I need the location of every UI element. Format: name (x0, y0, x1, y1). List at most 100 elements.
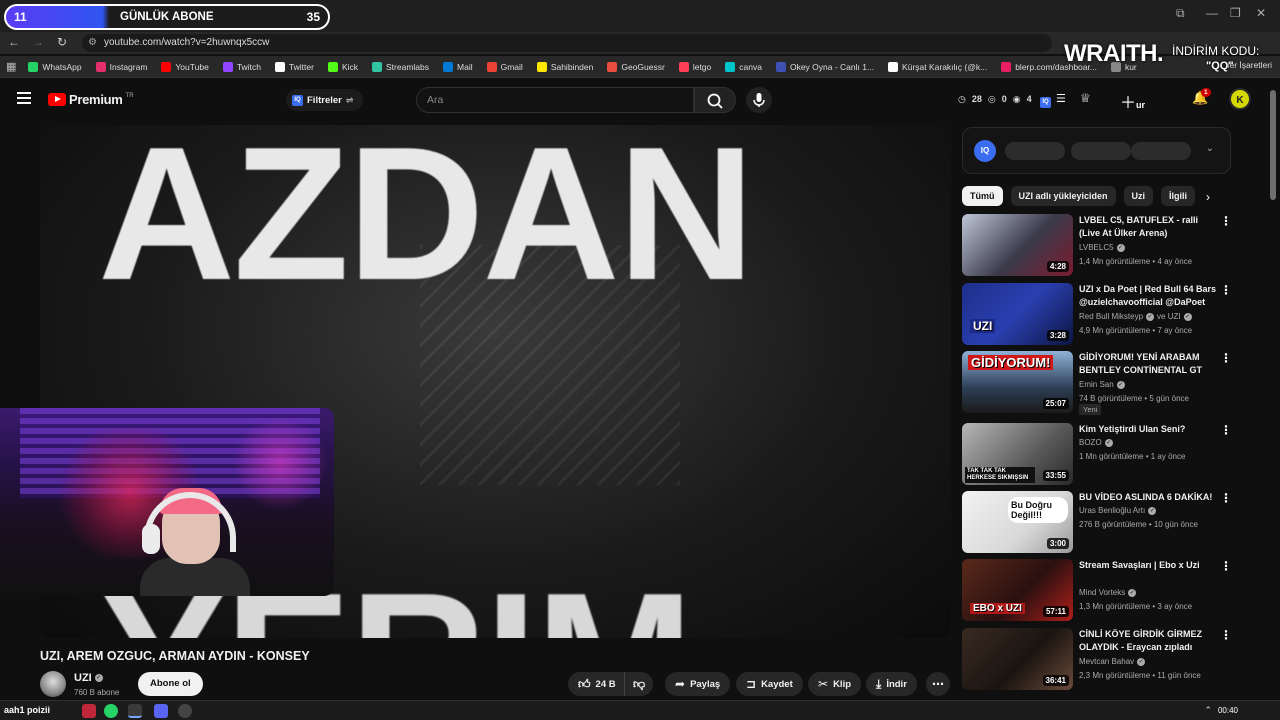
bookmark-item[interactable]: Twitch (222, 61, 261, 72)
tray-chevron-icon[interactable]: ⌃ (1204, 705, 1212, 716)
whatsapp-icon[interactable] (104, 704, 118, 718)
channel-avatar[interactable] (40, 671, 66, 697)
chip-2[interactable]: Uzi (1123, 186, 1154, 206)
recommended-channel[interactable]: Mind Vorteks ✓ (1079, 588, 1137, 597)
recommended-channel[interactable]: BOZO ✓ (1079, 438, 1113, 447)
more-actions-button[interactable]: ⋯ (926, 672, 950, 696)
create-button[interactable]: ＋ur (1120, 89, 1145, 113)
list-icon[interactable]: ☰ (1056, 92, 1066, 105)
chip-0[interactable]: Tümü (962, 186, 1003, 206)
recommended-channel[interactable]: Emin San ✓ (1079, 380, 1125, 389)
chip-3[interactable]: İlgili (1161, 186, 1196, 206)
menu-icon[interactable] (17, 92, 31, 104)
bookmark-item[interactable]: Gmail (486, 61, 523, 72)
recommended-video-title[interactable]: Stream Savaşları | Ebo x Uzi (1079, 559, 1219, 572)
download-button[interactable]: ⤓ İndir (866, 672, 917, 696)
recommended-video[interactable]: TAK TAK TAK HERKESE SIKMIŞSIN 33:55 Kim Ye… (962, 423, 1252, 485)
recommended-video-title[interactable]: GİDİYORUM! YENİ ARABAM BENTLEY CONTİNENT… (1079, 351, 1219, 377)
recommended-channel[interactable]: Mevtcan Bahav ✓ (1079, 657, 1146, 666)
back-icon[interactable]: ← (6, 35, 22, 49)
page-scrollbar[interactable] (1270, 90, 1276, 200)
apps-grid-icon[interactable]: ▦ (6, 60, 16, 73)
video-thumbnail[interactable]: EBO x UZI 57:11 (962, 559, 1073, 621)
recommended-channel-name: Uras Benlioğlu Artı (1079, 506, 1146, 515)
channel-name[interactable]: UZI ✓ (74, 672, 103, 684)
more-options-icon[interactable]: ⋮ (1220, 628, 1232, 642)
video-thumbnail[interactable]: UZI 3:28 (962, 283, 1073, 345)
minimize-icon[interactable]: — (1206, 6, 1218, 20)
account-avatar[interactable]: K (1229, 88, 1251, 110)
video-thumbnail[interactable]: 36:41 (962, 628, 1073, 690)
other-bookmarks[interactable]: ler İşaretleri (1228, 60, 1272, 70)
recommended-video-title[interactable]: Kim Yetiştirdi Ulan Seni? (1079, 423, 1219, 436)
discord-icon[interactable] (154, 704, 168, 718)
recommended-video-title[interactable]: UZI x Da Poet | Red Bull 64 Bars @uzielc… (1079, 283, 1219, 309)
video-thumbnail[interactable]: TAK TAK TAK HERKESE SIKMIŞSIN 33:55 (962, 423, 1073, 485)
recommended-video[interactable]: GİDİYORUM! 25:07 GİDİYORUM! YENİ ARABAM BE… (962, 351, 1252, 415)
iq-tool-icon[interactable]: IQ (1040, 90, 1051, 108)
bookmark-item[interactable]: Kürşat Karakılıç (@k... (888, 61, 987, 72)
bookmark-item[interactable]: GeoGuessr (607, 61, 665, 72)
bookmark-item[interactable]: YouTube (161, 61, 209, 72)
chip-1[interactable]: UZI adlı yükleyiciden (1010, 186, 1116, 206)
filters-button[interactable]: IQ Filtreler ⇌ (286, 89, 364, 111)
obs-icon[interactable] (178, 704, 192, 718)
recommended-channel[interactable]: Uras Benlioğlu Artı ✓ (1079, 506, 1157, 515)
chevron-right-icon[interactable]: › (1206, 190, 1210, 204)
recommended-channel[interactable]: LVBELC5 ✓ (1079, 243, 1125, 252)
clip-button[interactable]: ✂ Klip (808, 672, 862, 696)
forward-icon[interactable]: → (30, 35, 46, 49)
video-thumbnail[interactable]: Bu Doğru Değil!!! 3:00 (962, 491, 1073, 553)
voice-search-button[interactable] (746, 87, 772, 113)
url-field[interactable]: ⚙ youtube.com/watch?v=2huwnqx5ccw (82, 34, 1052, 52)
video-thumbnail[interactable]: 4:28 (962, 214, 1073, 276)
site-info-icon[interactable]: ⚙ (88, 34, 97, 52)
youtube-logo[interactable]: Premium TR (48, 92, 134, 107)
chevron-down-icon[interactable]: ⌄ (1206, 143, 1214, 154)
extensions-icon[interactable]: ⧉ (1176, 6, 1185, 21)
iq-segment-2[interactable] (1071, 142, 1131, 160)
more-options-icon[interactable]: ⋮ (1220, 351, 1232, 365)
more-options-icon[interactable]: ⋮ (1220, 214, 1232, 228)
bookmark-item[interactable]: Okey Oyna - Canlı 1... (775, 61, 874, 72)
recommended-video[interactable]: Bu Doğru Değil!!! 3:00 BU VİDEO ASLINDA 6 … (962, 491, 1252, 553)
bookmark-item[interactable]: Instagram (95, 61, 147, 72)
reload-icon[interactable]: ↻ (54, 35, 70, 49)
more-options-icon[interactable]: ⋮ (1220, 559, 1232, 573)
trophy-icon[interactable]: ♕ (1080, 91, 1091, 105)
recommended-video-title[interactable]: CİNLİ KÖYE GİRDİK GİRMEZ OLAYDIK - Erayc… (1079, 628, 1219, 654)
save-button[interactable]: ⊐ Kaydet (736, 672, 803, 696)
video-thumbnail[interactable]: GİDİYORUM! 25:07 (962, 351, 1073, 413)
more-options-icon[interactable]: ⋮ (1220, 283, 1232, 297)
bookmark-item[interactable]: letgo (678, 61, 711, 72)
share-button[interactable]: ➦ Paylaş (665, 672, 731, 696)
like-button[interactable]: 👍︎ 24 B (568, 672, 628, 696)
recommended-video[interactable]: EBO x UZI 57:11 Stream Savaşları | Ebo x U… (962, 559, 1252, 621)
bookmark-item[interactable]: WhatsApp (28, 61, 82, 72)
chrome-icon[interactable] (128, 704, 142, 718)
more-options-icon[interactable]: ⋮ (1220, 491, 1232, 505)
bookmark-item[interactable]: Twitter (274, 61, 314, 72)
recommended-video[interactable]: 36:41 CİNLİ KÖYE GİRDİK GİRMEZ OLAYDIK - … (962, 628, 1252, 690)
dislike-button[interactable]: 👎︎ (624, 672, 654, 696)
subscribe-button[interactable]: Abone ol (138, 672, 203, 696)
restore-icon[interactable]: ❐ (1230, 6, 1241, 20)
recommended-video-title[interactable]: BU VİDEO ASLINDA 6 DAKİKA! (1079, 491, 1219, 504)
iq-segment-1[interactable] (1005, 142, 1065, 160)
recommended-video[interactable]: UZI 3:28 UZI x Da Poet | Red Bull 64 Bars … (962, 283, 1252, 345)
taskbar-app-1[interactable] (82, 704, 96, 718)
recommended-video[interactable]: 4:28 LVBEL C5, BATUFLEX - ralli (Live At … (962, 214, 1252, 276)
recommended-video-title[interactable]: LVBEL C5, BATUFLEX - ralli (Live At Ülke… (1079, 214, 1219, 240)
search-button[interactable] (694, 87, 736, 113)
bookmark-item[interactable]: Kick (327, 61, 358, 72)
iq-segment-3[interactable] (1131, 142, 1191, 160)
bookmark-item[interactable]: Sahibinden (536, 61, 593, 72)
recommended-channel[interactable]: Red Bull Miksteyp ✓ ve UZI ✓ (1079, 312, 1192, 321)
bookmark-item[interactable]: Streamlabs (372, 61, 429, 72)
bookmark-item[interactable]: canva (725, 61, 762, 72)
close-icon[interactable]: ✕ (1256, 6, 1266, 20)
more-options-icon[interactable]: ⋮ (1220, 423, 1232, 437)
bookmark-item[interactable]: Mail (443, 61, 473, 72)
video-duration: 57:11 (1042, 606, 1069, 617)
search-input[interactable]: Ara (416, 87, 694, 113)
